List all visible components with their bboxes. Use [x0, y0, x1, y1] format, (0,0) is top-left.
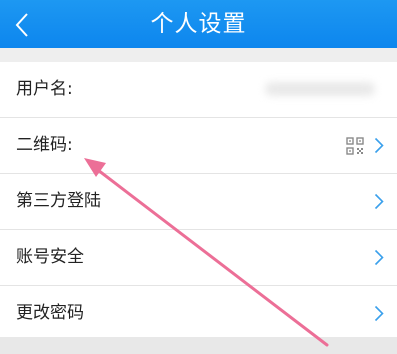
row-label: 更改密码	[16, 303, 84, 323]
chevron-right-icon	[374, 193, 384, 210]
chevron-right-icon	[374, 249, 384, 266]
chevron-right-icon	[374, 305, 384, 322]
app-header: 个人设置	[0, 0, 397, 48]
row-label: 用户名:	[16, 79, 73, 99]
settings-row-third-party-login[interactable]: 第三方登陆	[0, 174, 397, 230]
chevron-right-icon	[374, 137, 384, 154]
settings-row-account-security[interactable]: 账号安全	[0, 230, 397, 286]
row-label: 第三方登陆	[16, 191, 101, 211]
page-title: 个人设置	[150, 11, 247, 37]
row-label: 二维码:	[16, 135, 73, 155]
settings-row-qrcode[interactable]: 二维码:	[0, 118, 397, 174]
settings-list: 用户名: 二维码: 第三方登陆 账号安全 更改密码	[0, 62, 397, 341]
settings-row-username[interactable]: 用户名:	[0, 62, 397, 118]
footer-background	[0, 337, 397, 354]
username-value-redacted	[265, 82, 375, 96]
row-label: 账号安全	[16, 247, 84, 267]
settings-row-change-password[interactable]: 更改密码	[0, 286, 397, 341]
qr-code-icon	[346, 137, 364, 155]
